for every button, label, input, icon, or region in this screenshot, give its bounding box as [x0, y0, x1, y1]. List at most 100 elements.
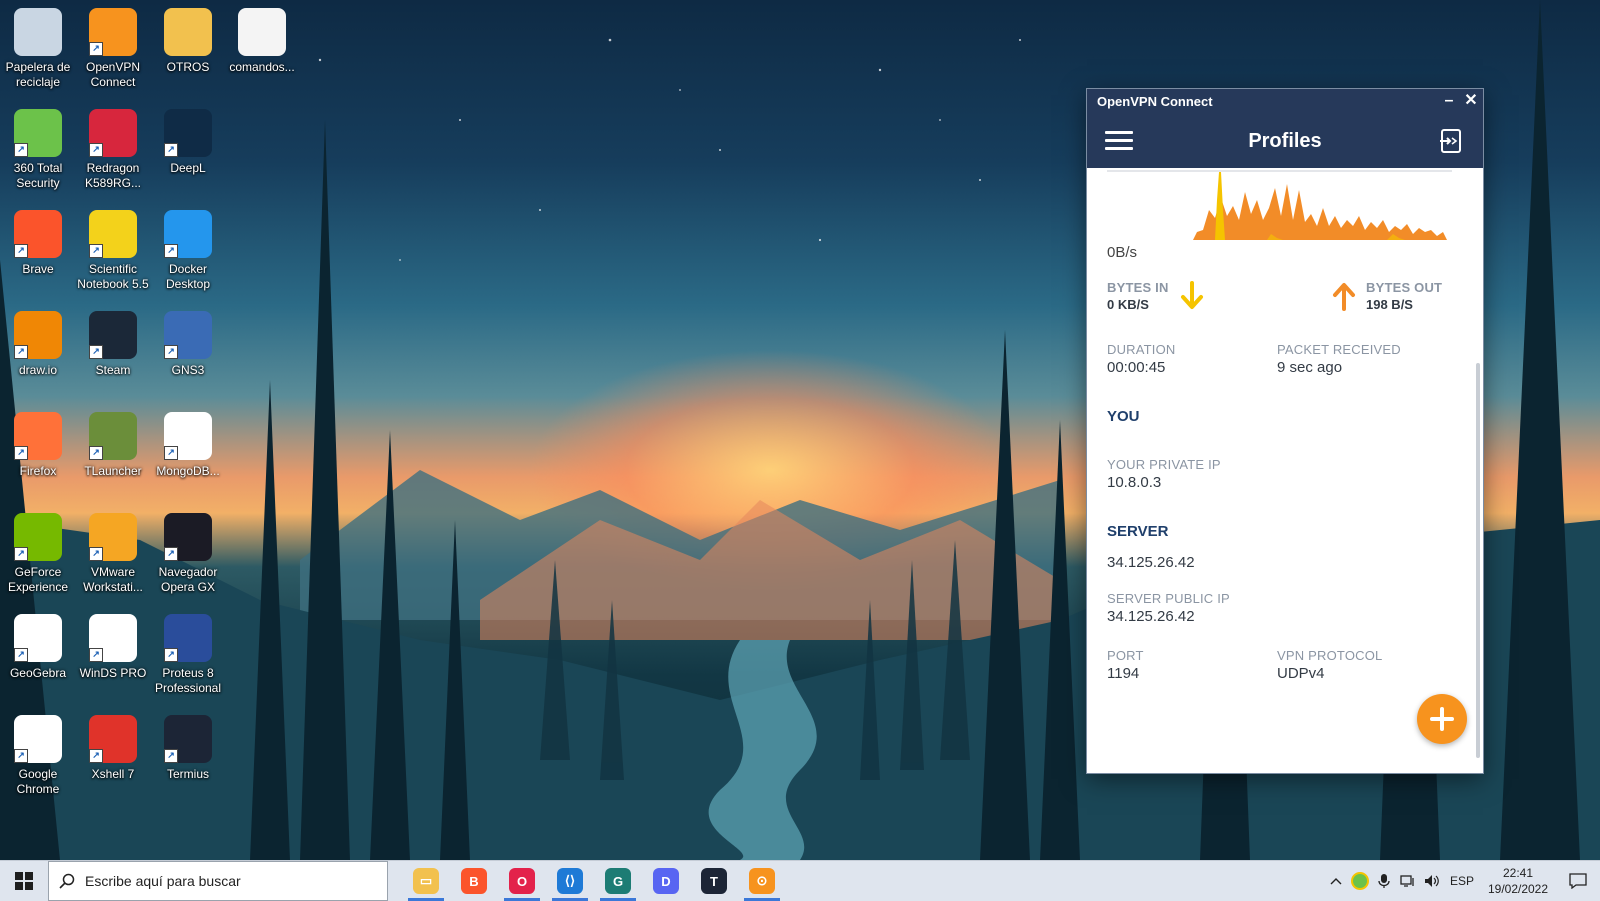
microphone-button[interactable]	[1372, 861, 1396, 901]
termius-icon: T	[701, 868, 727, 894]
desktop-icon[interactable]: ↗ Redragon K589RG...	[75, 103, 151, 191]
desktop-icon[interactable]: ↗ GeoGebra	[0, 608, 76, 681]
desktop-icon[interactable]: ↗ Google Chrome	[0, 709, 76, 797]
chrome-icon: ↗	[14, 715, 62, 763]
app-header: Profiles	[1087, 114, 1483, 168]
clock-date: 19/02/2022	[1487, 882, 1549, 896]
desktop-icon[interactable]: ↗ 360 Total Security	[0, 103, 76, 191]
desktop-icon-label: Papelera de reciclaje	[5, 60, 71, 89]
taskbar-app-opera-gx[interactable]: O	[498, 861, 546, 901]
port-label: PORT	[1107, 648, 1144, 663]
taskbar-app-openvpn[interactable]: ⊙	[738, 861, 786, 901]
desktop-icon[interactable]: ↗ WinDS PRO	[75, 608, 151, 681]
desktop-icon-label: WinDS PRO	[79, 666, 147, 680]
desktop-icon[interactable]: ↗ VMware Workstati...	[75, 507, 151, 595]
import-profile-button[interactable]	[1437, 127, 1465, 155]
arrow-down-icon	[1181, 281, 1203, 309]
desktop-icon[interactable]: Papelera de reciclaje	[0, 2, 76, 90]
minecraft-icon: ↗	[89, 412, 137, 460]
microphone-icon	[1378, 874, 1390, 888]
bytes-in-value: 0 KB/S	[1107, 297, 1149, 312]
taskbar-app-gitkraken[interactable]: G	[594, 861, 642, 901]
shortcut-arrow-icon: ↗	[164, 749, 178, 763]
volume-button[interactable]	[1420, 861, 1444, 901]
add-profile-button[interactable]	[1417, 694, 1467, 744]
duration-block: DURATION 00:00:45	[1107, 342, 1176, 376]
proteus-icon: ↗	[164, 614, 212, 662]
menu-button[interactable]	[1105, 131, 1133, 151]
notifications-button[interactable]	[1556, 861, 1600, 901]
nvidia-icon: ↗	[14, 513, 62, 561]
gns3-icon: ↗	[164, 311, 212, 359]
desktop-icon[interactable]: ↗ DeepL	[150, 103, 226, 176]
bytes-out-label: BYTES OUT	[1366, 280, 1443, 295]
shortcut-arrow-icon: ↗	[89, 749, 103, 763]
window-titlebar[interactable]: OpenVPN Connect – ✕	[1087, 89, 1483, 114]
desktop-icon[interactable]: comandos...	[224, 2, 300, 75]
start-button[interactable]	[0, 861, 48, 901]
desktop-icon[interactable]: ↗ GeForce Experience	[0, 507, 76, 595]
shortcut-arrow-icon: ↗	[14, 345, 28, 359]
text-file-icon	[238, 8, 286, 56]
desktop-icon[interactable]: ↗ MongoDB...	[150, 406, 226, 479]
desktop-icon[interactable]: ↗ Brave	[0, 204, 76, 277]
taskbar-search-box[interactable]: Escribe aquí para buscar	[48, 861, 388, 901]
taskbar-app-file-explorer[interactable]: ▭	[402, 861, 450, 901]
server-public-ip-block: SERVER PUBLIC IP 34.125.26.42	[1107, 591, 1230, 625]
desktop-icon[interactable]: ↗ Termius	[150, 709, 226, 782]
language-indicator[interactable]: ESP	[1444, 861, 1480, 901]
taskbar-app-termius[interactable]: T	[690, 861, 738, 901]
tray-360-security[interactable]	[1348, 861, 1372, 901]
port-block: PORT 1194	[1107, 648, 1144, 682]
redragon-icon: ↗	[89, 109, 137, 157]
protocol-block: VPN PROTOCOL UDPv4	[1277, 648, 1382, 682]
minimize-button[interactable]: –	[1439, 91, 1459, 111]
vmware-icon: ↗	[89, 513, 137, 561]
duration-label: DURATION	[1107, 342, 1176, 357]
protocol-value: UDPv4	[1277, 665, 1325, 682]
server-public-ip-value: 34.125.26.42	[1107, 608, 1195, 625]
private-ip-block: YOUR PRIVATE IP 10.8.0.3	[1107, 457, 1221, 491]
show-hidden-icons-button[interactable]	[1324, 861, 1348, 901]
scrollbar[interactable]	[1476, 363, 1480, 758]
shortcut-arrow-icon: ↗	[164, 244, 178, 258]
private-ip-label: YOUR PRIVATE IP	[1107, 457, 1221, 472]
desktop-icon[interactable]: ↗ GNS3	[150, 305, 226, 378]
recycle-bin-icon	[14, 8, 62, 56]
close-button[interactable]: ✕	[1461, 91, 1481, 111]
desktop-icon[interactable]: OTROS	[150, 2, 226, 75]
bytes-in-label: BYTES IN	[1107, 280, 1169, 295]
desktop-icon-label: TLauncher	[84, 464, 142, 478]
desktop-icon-label: Google Chrome	[16, 767, 60, 796]
taskbar-app-discord[interactable]: D	[642, 861, 690, 901]
network-icon	[1400, 875, 1414, 887]
desktop-icon[interactable]: ↗ draw.io	[0, 305, 76, 378]
taskbar-app-brave[interactable]: B	[450, 861, 498, 901]
shortcut-arrow-icon: ↗	[89, 143, 103, 157]
desktop-icon[interactable]: ↗ Docker Desktop	[150, 204, 226, 292]
packet-received-value: 9 sec ago	[1277, 359, 1343, 376]
desktop-icon-label: Brave	[22, 262, 54, 276]
taskbar-app-vscode[interactable]: ⟨⟩	[546, 861, 594, 901]
port-value: 1194	[1107, 665, 1140, 682]
network-button[interactable]	[1396, 861, 1420, 901]
desktop-icon[interactable]: ↗ Firefox	[0, 406, 76, 479]
desktop-icon-label: comandos...	[229, 60, 295, 74]
desktop-icon-label: Docker Desktop	[165, 262, 211, 291]
desktop-icon[interactable]: ↗ TLauncher	[75, 406, 151, 479]
desktop-icon[interactable]: ↗ Xshell 7	[75, 709, 151, 782]
discord-icon: D	[653, 868, 679, 894]
taskbar-apps: ▭ B O ⟨⟩ G D T ⊙	[402, 861, 786, 901]
graph-rate-label: 0B/s	[1107, 244, 1138, 261]
desktop-icon[interactable]: ↗ Scientific Notebook 5.5	[75, 204, 151, 292]
shortcut-arrow-icon: ↗	[164, 345, 178, 359]
desktop-icon[interactable]: ↗ Proteus 8 Professional	[150, 608, 226, 696]
termius-icon: ↗	[164, 715, 212, 763]
desktop-icon[interactable]: ↗ OpenVPN Connect	[75, 2, 151, 90]
protocol-label: VPN PROTOCOL	[1277, 648, 1383, 663]
desktop-icon-label: Xshell 7	[91, 767, 135, 781]
clock[interactable]: 22:41 19/02/2022	[1480, 865, 1556, 897]
desktop-icon[interactable]: ↗ Navegador Opera GX	[150, 507, 226, 595]
desktop-icon[interactable]: ↗ Steam	[75, 305, 151, 378]
arrow-up-icon	[1333, 283, 1355, 311]
